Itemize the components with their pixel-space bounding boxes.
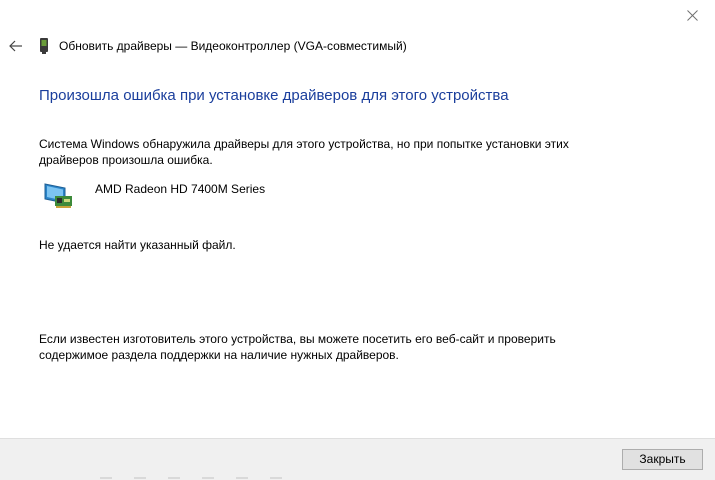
update-drivers-dialog: Обновить драйверы — Видеоконтроллер (VGA…	[0, 0, 715, 480]
error-description: Система Windows обнаружила драйверы для …	[39, 137, 569, 167]
manufacturer-hint: Если известен изготовитель этого устройс…	[39, 332, 556, 362]
hint-mark	[236, 477, 248, 479]
hint-mark	[134, 477, 146, 479]
display-adapter-icon	[44, 183, 72, 208]
close-icon	[686, 9, 698, 21]
error-message: Не удается найти указанный файл.	[39, 238, 236, 252]
error-heading: Произошла ошибка при установке драйверов…	[39, 87, 509, 104]
hint-mark	[100, 477, 112, 479]
dialog-header: Обновить драйверы — Видеоконтроллер (VGA…	[0, 34, 600, 58]
device-row: AMD Radeon HD 7400M Series	[44, 181, 444, 213]
hint-mark	[202, 477, 214, 479]
back-arrow-icon	[9, 40, 22, 52]
close-button[interactable]: Закрыть	[622, 449, 703, 470]
hint-mark	[270, 477, 282, 479]
dialog-title: Обновить драйверы — Видеоконтроллер (VGA…	[59, 39, 407, 53]
device-name: AMD Radeon HD 7400M Series	[95, 182, 266, 196]
hint-mark	[168, 477, 180, 479]
device-manager-icon	[40, 38, 48, 54]
dialog-button-bar: Закрыть	[0, 438, 715, 480]
back-button[interactable]	[6, 34, 26, 58]
window-close-button[interactable]	[669, 0, 715, 30]
